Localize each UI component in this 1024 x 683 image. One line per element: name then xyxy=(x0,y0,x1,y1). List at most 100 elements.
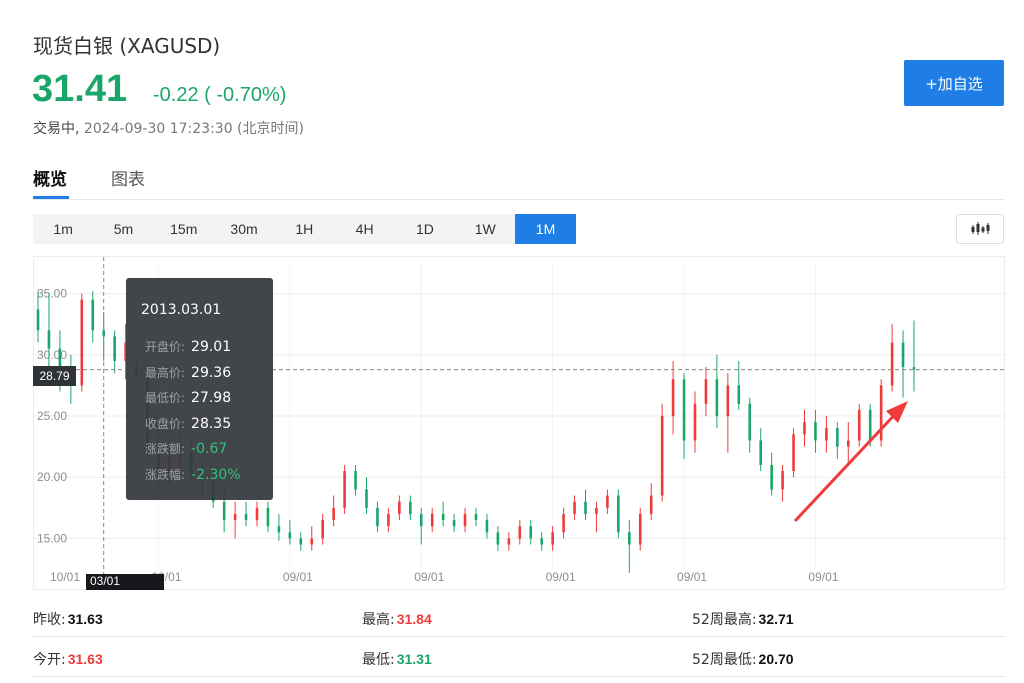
candle-body xyxy=(398,501,401,514)
stat-open: 今开: 31.63 xyxy=(33,651,103,668)
tab-overview[interactable]: 概览 xyxy=(33,165,67,190)
candle xyxy=(419,507,423,545)
candle-body xyxy=(343,471,346,508)
arrow-shaft xyxy=(793,407,902,523)
candle-body xyxy=(792,434,795,472)
crosshair-date-label: 03/01 xyxy=(86,574,164,590)
candle xyxy=(496,526,500,551)
candlestick-icon xyxy=(971,222,990,235)
period-5m[interactable]: 5m xyxy=(93,214,153,244)
candle xyxy=(343,464,346,514)
candle xyxy=(770,452,773,496)
candle-body xyxy=(890,342,894,386)
period-15m[interactable]: 15m xyxy=(154,214,214,244)
candle xyxy=(463,507,467,533)
candle-body xyxy=(376,507,379,527)
period-1m[interactable]: 1m xyxy=(33,214,93,244)
candle-body xyxy=(584,501,587,514)
candle-body xyxy=(299,538,303,545)
instrument-title: 现货白银 (XAGUSD) xyxy=(33,34,221,58)
tooltip-date: 2013.03.01 xyxy=(141,302,222,318)
chart-type-button[interactable] xyxy=(956,214,1004,244)
candle-body xyxy=(441,513,445,521)
candle xyxy=(803,409,806,447)
x-tick-label: 09/01 xyxy=(546,570,576,584)
candle xyxy=(682,373,686,459)
candle-body xyxy=(847,440,850,447)
candle-body xyxy=(606,495,609,508)
candle-body xyxy=(507,538,511,545)
candle-body xyxy=(310,538,314,545)
tooltip-low: 最低价: 27.98 xyxy=(145,390,232,406)
candle xyxy=(857,403,861,447)
candle xyxy=(704,367,708,416)
candle xyxy=(715,354,719,429)
candle xyxy=(638,507,642,551)
candle xyxy=(321,513,324,545)
candle xyxy=(901,330,905,398)
period-1d[interactable]: 1D xyxy=(395,214,455,244)
candle-body xyxy=(452,520,456,527)
quote-timestamp: 2024-09-30 17:23:30 (北京时间) xyxy=(83,121,304,137)
candle-body xyxy=(737,385,741,404)
candle xyxy=(441,501,445,527)
candle xyxy=(299,532,303,551)
add-to-watchlist-button[interactable]: +加自选 xyxy=(904,60,1004,106)
period-4h[interactable]: 4H xyxy=(334,214,394,244)
candle xyxy=(365,477,368,514)
candle xyxy=(474,507,478,527)
candle xyxy=(354,464,357,496)
candle-body xyxy=(759,440,762,465)
candle-body xyxy=(321,520,324,539)
candle-body xyxy=(628,532,631,545)
candle xyxy=(310,526,314,551)
candle xyxy=(277,513,281,541)
candle-body xyxy=(430,513,434,527)
candle-body xyxy=(562,513,565,533)
period-30m[interactable]: 30m xyxy=(214,214,274,244)
candle-body xyxy=(332,507,335,521)
candle xyxy=(595,501,598,533)
tab-chart[interactable]: 图表 xyxy=(111,165,145,190)
crosshair-price-label: 28.79 xyxy=(33,366,76,386)
candle-body xyxy=(857,409,861,441)
price-change: -0.22 ( -0.70%) xyxy=(153,84,287,106)
candle xyxy=(452,513,456,533)
candle-body xyxy=(222,501,226,521)
candle-body xyxy=(781,471,784,490)
last-price: 31.41 xyxy=(32,68,128,110)
candle-body xyxy=(814,422,817,441)
candle-body xyxy=(660,416,664,496)
candle-body xyxy=(704,379,708,404)
period-1w[interactable]: 1W xyxy=(455,214,515,244)
candle xyxy=(759,428,762,472)
active-tab-underline xyxy=(33,196,69,199)
candle-body xyxy=(387,513,390,527)
candle-body xyxy=(354,471,357,490)
candle-body xyxy=(529,526,533,539)
tooltip-open: 开盘价: 29.01 xyxy=(145,339,232,355)
candle xyxy=(792,428,795,478)
candle xyxy=(398,495,401,521)
period-1h[interactable]: 1H xyxy=(274,214,334,244)
candle xyxy=(288,520,292,545)
candle xyxy=(529,520,533,545)
x-tick-label: 09/01 xyxy=(283,570,313,584)
stat-prev-close: 昨收: 31.63 xyxy=(33,611,103,628)
candle-body xyxy=(671,379,675,416)
stat-high: 最高: 31.84 xyxy=(362,611,432,628)
candle-body xyxy=(682,379,686,441)
candle xyxy=(617,489,620,539)
stat-52w-high: 52周最高: 32.71 xyxy=(692,611,794,628)
period-1mo[interactable]: 1M xyxy=(515,214,576,244)
candle xyxy=(233,501,237,539)
x-tick-label: 09/01 xyxy=(677,570,707,584)
candle xyxy=(584,489,587,521)
candle xyxy=(409,495,412,521)
candle-body xyxy=(825,428,828,441)
candle xyxy=(671,360,675,435)
candle-body xyxy=(409,501,412,514)
candle xyxy=(628,520,631,573)
candle xyxy=(825,416,828,453)
candle xyxy=(80,293,84,392)
